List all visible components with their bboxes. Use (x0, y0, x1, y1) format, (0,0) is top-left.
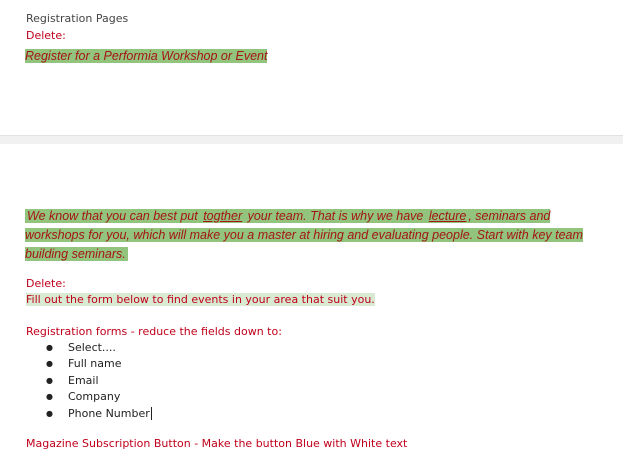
magazine-note: Magazine Subscription Button - Make the … (26, 437, 408, 450)
page-separator (0, 135, 623, 144)
field-select: Select.... (68, 341, 116, 354)
highlighted-heading-line[interactable]: Register for a Performia Workshop or Eve… (25, 45, 268, 64)
list-item[interactable]: Phone Number (46, 406, 152, 422)
field-email: Email (68, 373, 99, 387)
section-title: Registration Pages (26, 12, 129, 25)
fill-out-text: Fill out the form below to find events i… (26, 293, 375, 306)
delete-label-bottom: Delete: (26, 277, 66, 290)
delete-label-top: Delete: (26, 29, 66, 42)
text-cursor (150, 407, 152, 421)
list-item: Select.... (46, 340, 152, 357)
list-item: Full name (46, 356, 152, 373)
page-top: Registration Pages Delete: Register for … (0, 0, 623, 135)
field-company: Company (68, 390, 121, 404)
fields-list: Select.... Full name Email Company Phone… (46, 340, 152, 422)
paragraph-misspelled-word: togther (203, 209, 243, 223)
intro-paragraph[interactable]: We know that you can best put togther yo… (25, 206, 595, 263)
paragraph-part1: We know that you can best put (27, 209, 202, 223)
field-phone-number: Phone Number (68, 406, 150, 420)
fill-out-line[interactable]: Fill out the form below to find events i… (26, 293, 375, 306)
field-full-name: Full name (68, 357, 122, 371)
paragraph-text: We know that you can best put togther yo… (25, 209, 583, 261)
paragraph-part2: your team. That is why we have (244, 209, 427, 223)
highlighted-heading-text: Register for a Performia Workshop or Eve… (25, 49, 268, 63)
paragraph-underlined-word: lecture (428, 209, 467, 223)
list-item: Company (46, 389, 152, 406)
forms-heading: Registration forms - reduce the fields d… (26, 325, 282, 338)
list-item: Email (46, 373, 152, 390)
